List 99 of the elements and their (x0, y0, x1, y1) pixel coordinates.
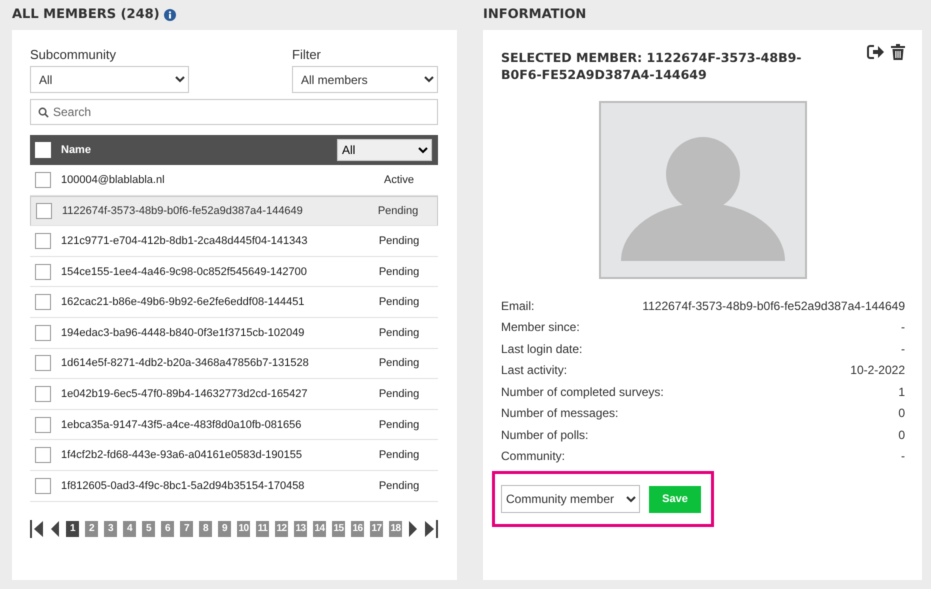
detail-value: 0 (898, 406, 905, 420)
page-button[interactable]: 14 (313, 520, 326, 537)
member-name: 121c9771-e704-412b-8db1-2ca48d445f04-141343 (61, 234, 308, 247)
row-checkbox[interactable] (35, 416, 51, 433)
page-button[interactable]: 3 (104, 520, 117, 537)
detail-label: Last activity: (501, 363, 568, 378)
member-row[interactable]: 1f812605-0ad3-4f9c-8bc1-5a2d94b35154-170458 Pending (30, 470, 438, 502)
detail-value: 1122674f-3573-48b9-b0f6-fe52a9d387a4-144649 (642, 298, 905, 313)
row-checkbox[interactable] (35, 324, 51, 341)
member-status: Pending (378, 480, 420, 492)
last-page-icon[interactable] (424, 520, 438, 538)
page-button[interactable]: 17 (370, 520, 383, 537)
field-label: Subcommunity (30, 47, 117, 62)
detail-value: 0 (898, 428, 905, 442)
page-button[interactable]: 18 (389, 520, 402, 537)
member-name: 1d614e5f-8271-4db2-b20a-3468a47856b7-131528 (61, 357, 310, 370)
detail-label: Member since: (501, 320, 580, 334)
avatar-icon (599, 101, 807, 279)
detail-label: Email: (501, 298, 534, 313)
page-button[interactable]: 11 (256, 520, 269, 537)
detail-label: Number of messages: (501, 406, 618, 420)
member-status: Pending (378, 388, 420, 400)
member-name: 154ce155-1ee4-4a46-9c98-0c852f545649-142700 (61, 266, 308, 278)
row-checkbox[interactable] (35, 478, 51, 494)
subcommunity-select[interactable]: All (30, 66, 189, 93)
next-page-icon[interactable] (408, 520, 418, 538)
member-name: 1ebca35a-9147-43f5-a4ce-483f8d0a10fb-081656 (61, 418, 302, 431)
detail-label: Last login date: (501, 342, 582, 356)
member-status: Pending (376, 204, 420, 217)
member-row[interactable]: 194edac3-ba96-4448-b840-0f3e1f3715cb-102049 Pending (30, 318, 438, 349)
info-icon[interactable] (164, 8, 176, 20)
member-row[interactable]: 1ebca35a-9147-43f5-a4ce-483f8d0a10fb-081656 Pending (30, 410, 438, 440)
member-status: Active (383, 174, 415, 186)
page-button[interactable]: 15 (332, 520, 345, 537)
member-status: Pending (378, 418, 420, 431)
save-button[interactable]: Save (649, 486, 701, 512)
page-button[interactable]: 6 (161, 520, 174, 537)
member-row[interactable]: 154ce155-1ee4-4a46-9c98-0c852f545649-142700 Pending (30, 256, 438, 288)
row-checkbox[interactable] (35, 172, 51, 188)
detail-value: - (901, 342, 905, 356)
previous-page-icon[interactable] (50, 520, 60, 538)
member-status: Pending (378, 357, 420, 370)
row-checkbox[interactable] (36, 202, 52, 219)
page-button[interactable]: 2 (85, 520, 98, 537)
row-checkbox[interactable] (35, 264, 51, 280)
row-checkbox[interactable] (35, 294, 51, 310)
detail-label: Number of completed surveys: (501, 384, 664, 399)
page-button[interactable]: 16 (351, 520, 364, 537)
detail-value: - (901, 320, 905, 334)
member-name: 1f4cf2b2-fd68-443e-93a6-a04161e0583d-190155 (61, 449, 303, 462)
member-name: 100004@blablabla.nl (61, 174, 166, 186)
detail-value: 10-2-2022 (850, 363, 905, 378)
row-checkbox[interactable] (35, 355, 51, 372)
page-button[interactable]: 7 (180, 520, 193, 537)
detail-label: Community: (501, 449, 566, 464)
member-name: 162cac21-b86e-49b6-9b92-6e2fe6eddf08-144451 (61, 296, 306, 308)
role-select[interactable]: Community member (501, 485, 640, 513)
member-status: Pending (378, 326, 420, 339)
column-header: Name (61, 144, 92, 156)
filter-select[interactable]: All members (292, 66, 438, 93)
select-all-checkbox[interactable] (35, 142, 51, 158)
search-field[interactable]: Search (30, 99, 438, 125)
member-name: 1e042b19-6ec5-47f0-89b4-14632773d2cd-165427 (61, 388, 308, 400)
member-row[interactable]: 121c9771-e704-412b-8db1-2ca48d445f04-141343 Pending (30, 226, 438, 257)
page-button[interactable]: 1 (66, 520, 79, 537)
first-page-icon[interactable] (30, 520, 44, 538)
page-button[interactable]: 4 (123, 520, 136, 537)
member-status: Pending (378, 234, 420, 247)
detail-value: - (901, 449, 905, 464)
page-button[interactable]: 10 (237, 520, 250, 537)
detail-value: 1 (898, 384, 905, 399)
member-name: 194edac3-ba96-4448-b840-0f3e1f3715cb-102049 (61, 326, 306, 339)
member-row[interactable]: 1e042b19-6ec5-47f0-89b4-14632773d2cd-165427 Pending (30, 379, 438, 410)
trash-icon[interactable] (891, 44, 905, 60)
panel-title: ALL MEMBERS (248) (12, 7, 160, 22)
member-status: Pending (378, 296, 420, 308)
row-checkbox[interactable] (35, 386, 51, 402)
page-button[interactable]: 13 (294, 520, 307, 537)
page-button[interactable]: 9 (218, 520, 231, 537)
row-checkbox[interactable] (35, 232, 51, 249)
member-row[interactable]: 1122674f-3573-48b9-b0f6-fe52a9d387a4-144649 Pending (30, 196, 438, 226)
page-button[interactable]: 12 (275, 520, 288, 537)
logout-icon[interactable] (867, 44, 885, 60)
row-checkbox[interactable] (35, 447, 51, 464)
page-button[interactable]: 5 (142, 520, 155, 537)
selected-member-title: SELECTED MEMBER: 1122674F-3573-48B9-B0F6-FE52A9D387A4-144649 (501, 49, 802, 83)
detail-label: Number of polls: (501, 428, 588, 442)
status-filter-select[interactable]: All (337, 139, 432, 161)
panel-title: INFORMATION (483, 7, 586, 22)
field-label: Filter (292, 47, 322, 62)
member-status: Pending (378, 449, 420, 462)
member-name: 1122674f-3573-48b9-b0f6-fe52a9d387a4-144649 (62, 204, 304, 217)
page-button[interactable]: 8 (199, 520, 212, 537)
member-status: Pending (378, 266, 420, 278)
search-icon (38, 107, 49, 118)
member-row[interactable]: 1d614e5f-8271-4db2-b20a-3468a47856b7-131528 Pending (30, 348, 438, 380)
member-name: 1f812605-0ad3-4f9c-8bc1-5a2d94b35154-170458 (61, 480, 306, 492)
member-row[interactable]: 162cac21-b86e-49b6-9b92-6e2fe6eddf08-144451 Pending (30, 287, 438, 318)
member-row[interactable]: 1f4cf2b2-fd68-443e-93a6-a04161e0583d-190155 Pending (30, 440, 438, 471)
